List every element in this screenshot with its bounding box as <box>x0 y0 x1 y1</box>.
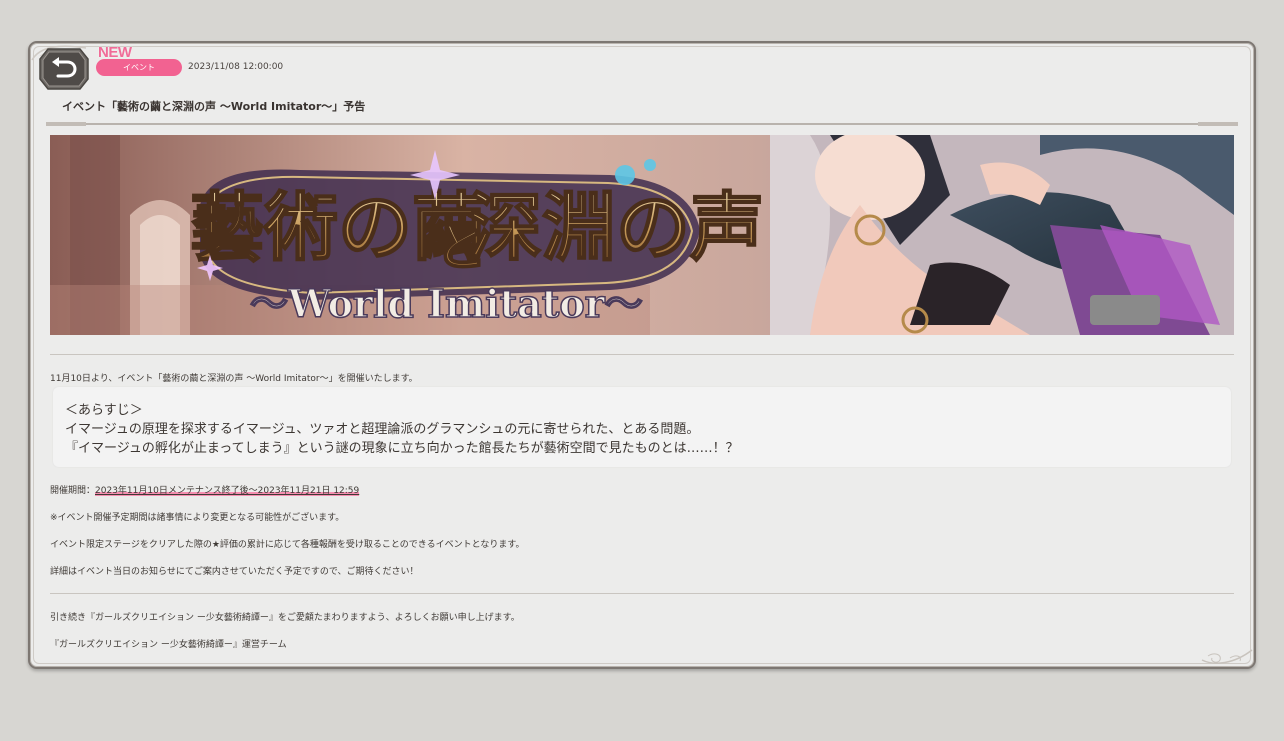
post-date: 2023/11/08 12:00:00 <box>188 62 284 72</box>
back-arrow-icon <box>39 48 89 90</box>
banner-title-right: 深淵の声 <box>468 185 764 271</box>
synopsis-line-2: 『イマージュの孵化が止まってしまう』という謎の現象に立ち向かった館長たちが藝術空… <box>65 441 739 456</box>
note-details: 詳細はイベント当日のお知らせにてご案内させていただく予定ですので、ご期待ください… <box>50 567 419 577</box>
note-rewards: イベント限定ステージをクリアした際の★評価の累計に応じて各種報酬を受け取ることの… <box>50 540 525 550</box>
corner-ornament-bottom-right <box>1201 649 1253 664</box>
team-signature: 『ガールズクリエイション ー少女藝術綺譚ー』運営チーム <box>50 640 287 650</box>
banner-subtitle: 〜World Imitator〜 <box>250 281 643 326</box>
intro-text: 11月10日より、イベント「藝術の繭と深淵の声 〜World Imitator〜… <box>50 374 418 384</box>
period-label: 開催期間： <box>50 486 96 496</box>
closing-message: 引き続き『ガールズクリエイション ー少女藝術綺譚ー』をご愛顧たまわりますよう、よ… <box>50 613 520 623</box>
event-period: 開催期間：2023年11月10日メンテナンス終了後〜2023年11月21日 12… <box>50 483 360 496</box>
synopsis-line-1: イマージュの原理を探求するイマージュ、ツァオと超理論派のグラマンシュの元に寄せら… <box>65 422 700 437</box>
category-badge: イベント <box>96 59 182 76</box>
title-divider <box>46 122 1238 126</box>
back-button[interactable] <box>38 47 90 91</box>
divider-top <box>50 354 1234 355</box>
period-value: 2023年11月10日メンテナンス終了後〜2023年11月21日 12:59 <box>95 486 360 496</box>
event-banner-image: 藝術の繭 と 深淵の声 〜World Imitator〜 <box>50 135 1234 335</box>
note-schedule-change: ※イベント開催予定期間は諸事情により変更となる可能性がございます。 <box>50 513 345 523</box>
synopsis-box: ＜あらすじ＞ イマージュの原理を探求するイマージュ、ツァオと超理論派のグラマンシ… <box>53 387 1231 467</box>
news-title: イベント「藝術の繭と深淵の声 〜World Imitator〜」予告 <box>62 100 366 113</box>
synopsis-heading: ＜あらすじ＞ <box>65 403 143 418</box>
divider-bottom <box>50 593 1234 594</box>
